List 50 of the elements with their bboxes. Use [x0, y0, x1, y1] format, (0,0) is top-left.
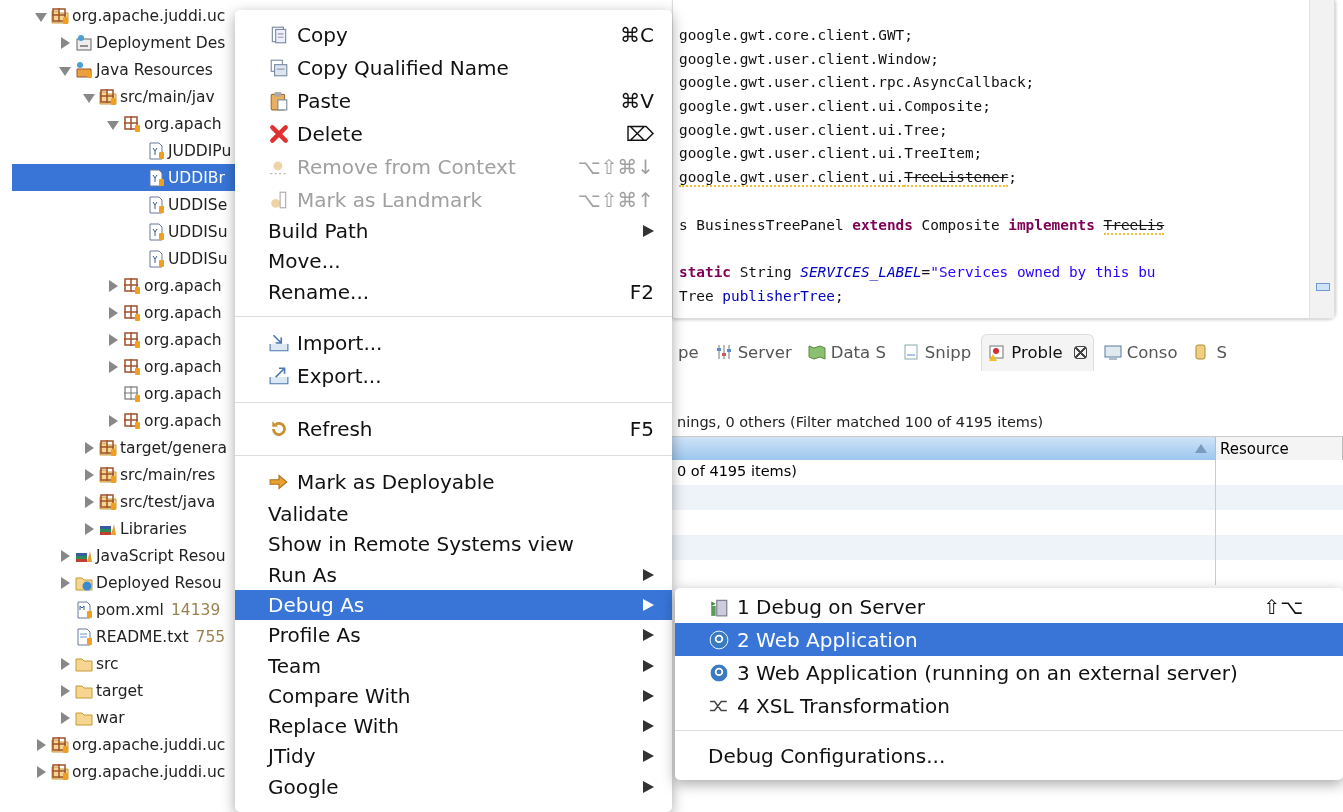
- shortcut-label: ⌘C: [620, 22, 654, 47]
- tree-item-label: org.apach: [144, 114, 222, 133]
- tree-item-label: Deployment Des: [96, 33, 226, 52]
- file-revision: 755: [195, 627, 226, 646]
- tree-item-label: org.apach: [144, 357, 222, 376]
- tree-item-label: target/genera: [120, 438, 227, 457]
- tree-item-label: org.apach: [144, 303, 222, 322]
- tree-item-label: Deployed Resou: [96, 573, 222, 592]
- tree-item-label: war: [96, 708, 125, 727]
- tree-item-label: org.apache.juddi.uc: [72, 762, 226, 781]
- code-line: Tree publisherTree;: [679, 286, 845, 306]
- tree-item-label: JavaScript Resou: [96, 546, 226, 565]
- code-line: google.gwt.user.client.ui.Tree;: [679, 120, 949, 140]
- tree-item-label: org.apache.juddi.uc: [72, 6, 226, 25]
- code-line: google.gwt.user.client.Window;: [679, 49, 940, 69]
- tree-item-label: src/test/java: [120, 492, 216, 511]
- tree-item-label: src/main/jav: [120, 87, 215, 106]
- tree-item-label: org.apach: [144, 330, 222, 349]
- tree-item-label: org.apach: [144, 411, 222, 430]
- tree-item-label: pom.xml: [96, 600, 164, 619]
- tree-item-label: org.apache.juddi.uc: [72, 735, 226, 754]
- file-revision: 14139: [170, 600, 221, 619]
- tree-item-label: UDDIBr: [168, 168, 225, 187]
- tree-item-label: Libraries: [120, 519, 187, 538]
- shortcut-label: F5: [629, 417, 654, 442]
- shortcut-label: F2: [629, 279, 654, 304]
- tree-item-label: UDDISu: [168, 222, 228, 241]
- code-line: google.gwt.user.client.rpc.AsyncCallback;: [679, 73, 1036, 93]
- code-line: google.gwt.user.client.ui.TreeItem;: [679, 144, 984, 164]
- shortcut-label: ⇧⌥: [1263, 594, 1303, 619]
- shortcut-label: ⌥⇧⌘↑: [577, 187, 654, 212]
- tree-item-label: Java Resources: [96, 60, 213, 79]
- tree-item-label: src: [96, 654, 119, 673]
- shortcut-label: ⌦: [625, 121, 654, 146]
- code-line: s BusinessTreePanel extends Composite implements TreeLis: [679, 215, 1166, 237]
- tree-item-label: target: [96, 681, 144, 700]
- tree-item-label: JUDDIPu: [168, 141, 232, 160]
- code-line: google.gwt.user.client.ui.TreeListener;: [679, 168, 1018, 190]
- tree-item-label: UDDISe: [168, 195, 228, 214]
- tree-item-label: org.apach: [144, 276, 222, 295]
- shortcut-label: ⌥⇧⌘↓: [577, 154, 654, 179]
- code-line: google.gwt.core.client.GWT;: [679, 26, 914, 45]
- tree-item-label: src/main/res: [120, 465, 216, 484]
- tree-item-label: UDDISu: [168, 249, 228, 268]
- tree-item-label: README.txt: [96, 627, 189, 646]
- code-line: static String SERVICES_LABEL="Services owned by this bu: [679, 262, 1157, 283]
- problems-summary: nings, 0 others (Filter matched 100 of 4195 items): [676, 413, 1045, 432]
- code-line: google.gwt.user.client.ui.Composite;: [679, 97, 992, 117]
- shortcut-label: ⌘V: [620, 88, 654, 113]
- tree-item-label: org.apach: [144, 384, 222, 403]
